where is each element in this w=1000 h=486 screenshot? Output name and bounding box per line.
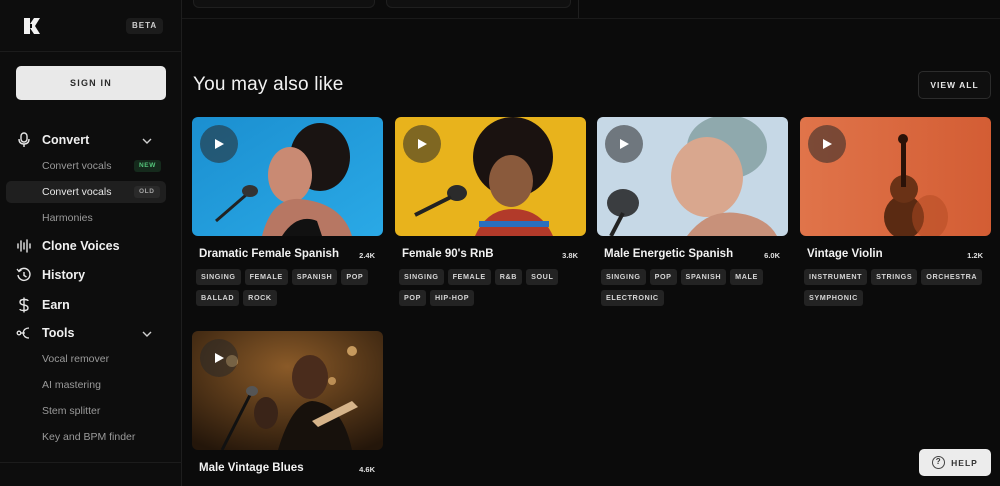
tag[interactable]: ELECTRONIC	[601, 290, 664, 306]
tag[interactable]: R&B	[494, 269, 523, 285]
nav-earn[interactable]: Earn	[16, 295, 70, 315]
voice-card-thumbnail[interactable]	[192, 331, 383, 450]
question-icon: ?	[932, 456, 946, 469]
tag[interactable]: ORCHESTRA	[921, 269, 983, 285]
microphone-icon	[16, 132, 32, 148]
tag[interactable]: FEMALE	[244, 269, 288, 285]
tag[interactable]: MALE	[730, 269, 763, 285]
voice-card-count: 2.4K	[359, 251, 375, 260]
play-icon	[215, 353, 224, 363]
section-title: You may also like	[193, 74, 344, 95]
sidebar-item-vocal-remover[interactable]: Vocal remover	[42, 352, 109, 366]
tag[interactable]: POP	[341, 269, 369, 285]
voice-card[interactable]: Male Vintage Blues 4.6K	[192, 331, 383, 486]
view-all-button[interactable]: VIEW ALL	[918, 71, 991, 99]
divider	[0, 462, 182, 463]
voice-card-title: Female 90's RnB	[402, 248, 494, 260]
voice-card[interactable]: Dramatic Female Spanish 2.4K SINGING FEM…	[192, 117, 383, 307]
tag[interactable]: INSTRUMENT	[804, 269, 868, 285]
nav-clone-voices-label: Clone Voices	[42, 239, 120, 253]
chevron-down-icon[interactable]	[142, 329, 152, 339]
sidebar-item-convert-vocals-new[interactable]: Convert vocals	[42, 159, 111, 173]
tag[interactable]: STRINGS	[871, 269, 918, 285]
nav-earn-label: Earn	[42, 298, 70, 312]
voice-card-count: 6.0K	[764, 251, 780, 260]
voice-card-title: Vintage Violin	[807, 248, 883, 260]
tag[interactable]: POP	[399, 290, 426, 306]
tag[interactable]: SOUL	[526, 269, 559, 285]
play-icon	[418, 139, 427, 149]
tag[interactable]: SINGING	[601, 269, 646, 285]
help-button[interactable]: ? HELP	[919, 449, 991, 476]
tag[interactable]: SPANISH	[680, 269, 727, 285]
sidebar-item-ai-mastering[interactable]: AI mastering	[42, 378, 101, 392]
nav-clone-voices[interactable]: Clone Voices	[16, 236, 120, 256]
logo-row: BETA	[0, 0, 182, 52]
tag[interactable]: SPANISH	[291, 269, 338, 285]
nav-tools-label: Tools	[42, 326, 75, 340]
sign-in-button[interactable]: SIGN IN	[16, 66, 166, 100]
old-badge: OLD	[134, 186, 160, 198]
nav-tools[interactable]: Tools	[16, 323, 74, 343]
tag-list: INSTRUMENT STRINGS ORCHESTRA SYMPHONIC	[804, 269, 990, 306]
sidebar-item-stem-splitter[interactable]: Stem splitter	[42, 404, 100, 418]
tag-list: SINGING FEMALE SPANISH POP BALLAD ROCK	[196, 269, 382, 306]
beta-badge: BETA	[126, 18, 164, 34]
voice-card-count: 3.8K	[562, 251, 578, 260]
tag[interactable]: SINGING	[399, 269, 444, 285]
play-button[interactable]	[808, 125, 846, 163]
tag-list: SINGING FEMALE R&B SOUL POP HIP-HOP	[399, 269, 585, 306]
dollar-icon	[16, 297, 32, 313]
previous-row-card	[386, 0, 571, 8]
nav-convert-label: Convert	[42, 133, 90, 147]
tag[interactable]: BALLAD	[196, 290, 240, 306]
voice-card-thumbnail[interactable]	[192, 117, 383, 236]
tag[interactable]: HIP-HOP	[429, 290, 475, 306]
sidebar-item-key-bpm-finder[interactable]: Key and BPM finder	[42, 430, 135, 444]
tag[interactable]: SYMPHONIC	[804, 290, 863, 306]
tag-list: SINGING POP SPANISH MALE ELECTRONIC	[601, 269, 787, 306]
tools-branch-icon	[16, 325, 32, 341]
play-button[interactable]	[403, 125, 441, 163]
voice-card-thumbnail[interactable]	[597, 117, 788, 236]
logo-icon[interactable]	[22, 16, 42, 36]
play-button[interactable]	[200, 125, 238, 163]
voice-card-count: 1.2K	[967, 251, 983, 260]
help-label: HELP	[951, 457, 978, 468]
play-icon	[823, 139, 832, 149]
divider	[182, 18, 1000, 19]
tag[interactable]: POP	[649, 269, 677, 285]
divider	[578, 0, 579, 18]
sidebar-item-convert-vocals-old[interactable]: Convert vocals	[42, 185, 111, 199]
previous-row-card	[193, 0, 375, 8]
nav-convert[interactable]: Convert	[16, 130, 89, 150]
nav-history[interactable]: History	[16, 265, 85, 285]
voice-card-thumbnail[interactable]	[800, 117, 991, 236]
sidebar-item-harmonies[interactable]: Harmonies	[42, 211, 93, 225]
tag[interactable]: SINGING	[196, 269, 241, 285]
play-button[interactable]	[200, 339, 238, 377]
voice-card-title: Male Energetic Spanish	[604, 248, 734, 260]
voice-card[interactable]: Male Energetic Spanish 6.0K SINGING POP …	[597, 117, 788, 307]
voice-card[interactable]: Female 90's RnB 3.8K SINGING FEMALE R&B …	[395, 117, 586, 307]
new-badge: NEW	[134, 160, 161, 172]
tag[interactable]: ROCK	[243, 290, 277, 306]
voice-card-title: Dramatic Female Spanish	[199, 248, 339, 260]
voice-card-count: 4.6K	[359, 465, 375, 474]
voice-card-title: Male Vintage Blues	[199, 462, 304, 474]
history-icon	[16, 267, 32, 283]
sidebar: BETA SIGN IN Convert Convert vocals NEW …	[0, 0, 182, 486]
play-icon	[215, 139, 224, 149]
voice-card-thumbnail[interactable]	[395, 117, 586, 236]
play-button[interactable]	[605, 125, 643, 163]
waveform-icon	[16, 238, 32, 254]
nav-history-label: History	[42, 268, 86, 282]
voice-card[interactable]: Vintage Violin 1.2K INSTRUMENT STRINGS O…	[800, 117, 991, 307]
chevron-down-icon[interactable]	[142, 136, 152, 146]
play-icon	[620, 139, 629, 149]
tag[interactable]: FEMALE	[447, 269, 491, 285]
